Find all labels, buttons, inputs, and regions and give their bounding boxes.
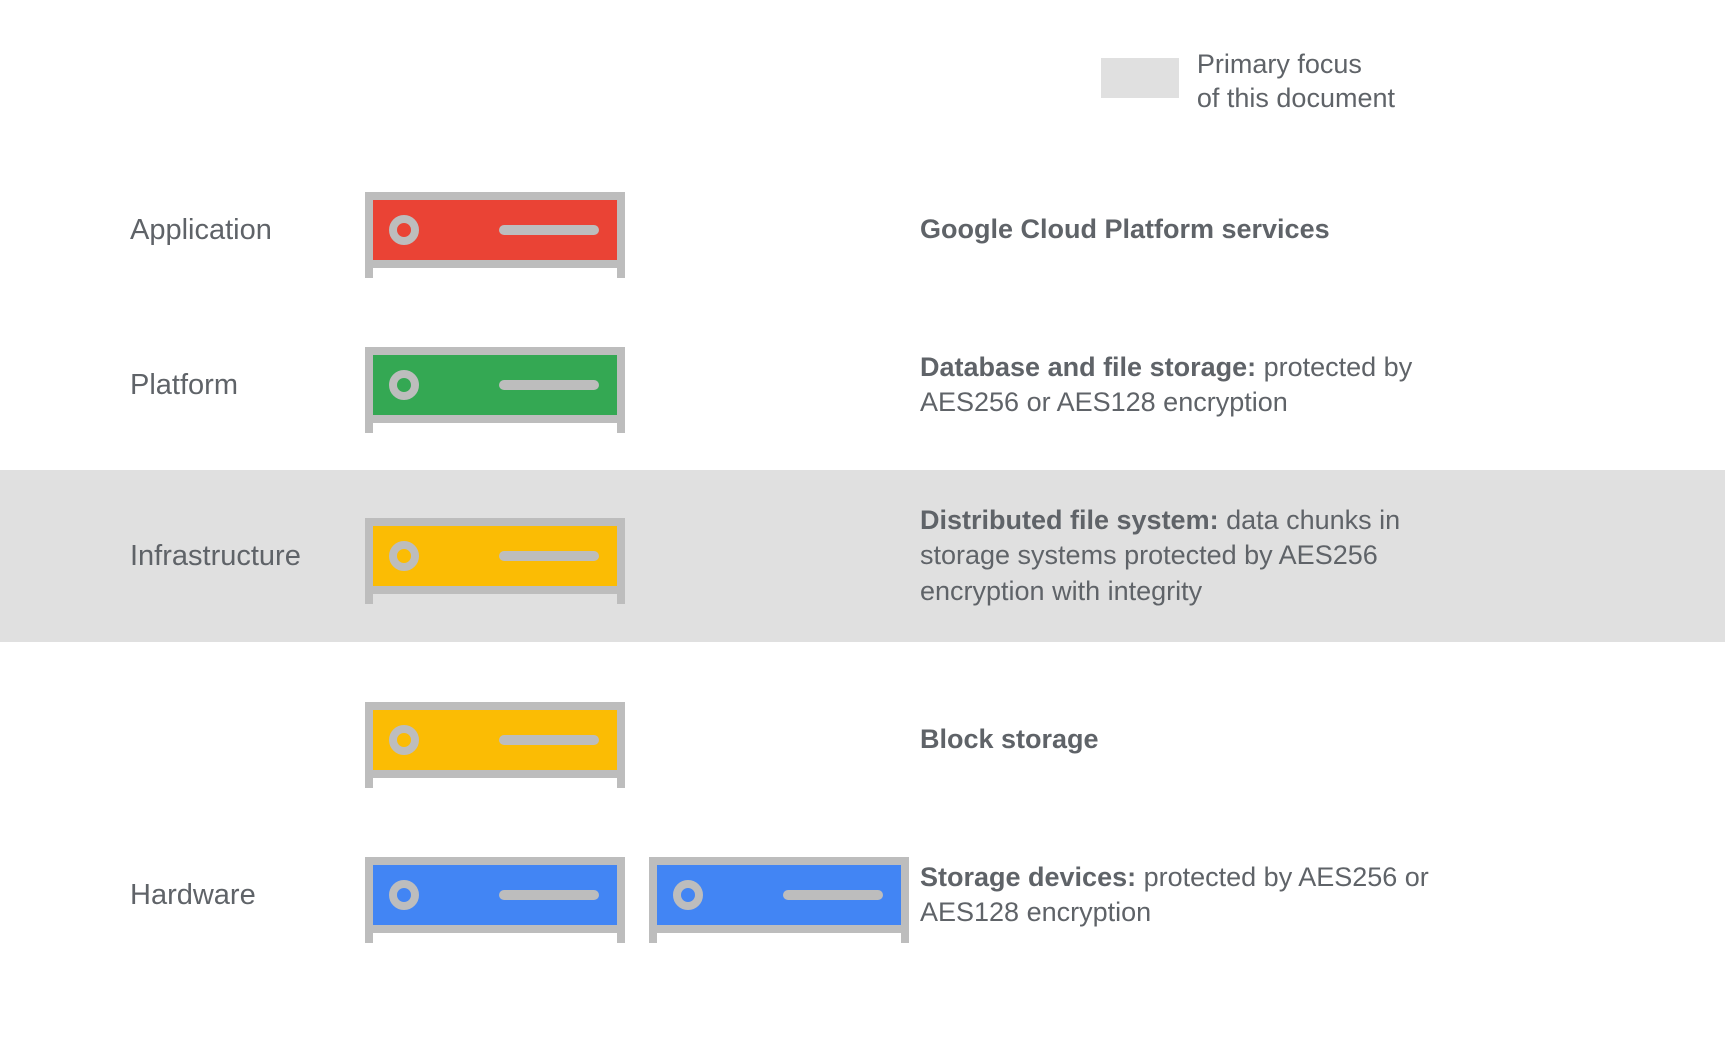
layer-row-3: Block storage — [0, 685, 1725, 795]
diagram-container: Primary focus of this document Applicati… — [0, 0, 1725, 1050]
server-led-icon — [389, 725, 419, 755]
server-slot-line-icon — [499, 380, 599, 390]
server-icon — [365, 518, 625, 594]
layer-row-0: Application Google Cloud Platform service… — [0, 175, 1725, 285]
legend-swatch — [1101, 58, 1179, 98]
layer-description-bold: Storage devices: — [920, 862, 1136, 892]
server-slot-line-icon — [499, 890, 599, 900]
server-icon — [365, 857, 625, 933]
layer-description-bold: Block storage — [920, 724, 1099, 754]
layer-description: Database and file storage: protected by … — [920, 350, 1480, 420]
layer-label: Infrastructure — [130, 540, 365, 573]
legend-text: Primary focus of this document — [1197, 48, 1395, 116]
server-led-icon — [389, 215, 419, 245]
server-icon — [365, 702, 625, 778]
legend: Primary focus of this document — [1101, 48, 1395, 116]
server-icon — [365, 347, 625, 423]
layer-label: Hardware — [130, 879, 365, 912]
server-icon — [365, 192, 625, 268]
layer-description: Block storage — [920, 722, 1099, 757]
server-slot — [365, 857, 920, 933]
layer-description-bold: Distributed file system: — [920, 505, 1219, 535]
legend-line-1: Primary focus — [1197, 49, 1362, 79]
layer-description: Distributed file system: data chunks in … — [920, 503, 1480, 608]
layer-row-2: Infrastructure Distributed file system: d… — [0, 470, 1725, 642]
server-slot-line-icon — [499, 551, 599, 561]
server-slot — [365, 347, 920, 423]
server-led-icon — [389, 880, 419, 910]
server-slot-line-icon — [499, 735, 599, 745]
layer-label: Application — [130, 214, 365, 247]
layer-description-bold: Database and file storage: — [920, 352, 1256, 382]
layer-label: Platform — [130, 369, 365, 402]
server-led-icon — [389, 541, 419, 571]
server-slot — [365, 518, 920, 594]
layer-row-1: Platform Database and file storage: prote… — [0, 330, 1725, 440]
server-led-icon — [389, 370, 419, 400]
server-slot — [365, 702, 920, 778]
server-slot-line-icon — [499, 225, 599, 235]
layer-description-bold: Google Cloud Platform services — [920, 214, 1330, 244]
server-slot-line-icon — [783, 890, 883, 900]
server-led-icon — [673, 880, 703, 910]
layer-description: Google Cloud Platform services — [920, 212, 1330, 247]
server-icon — [649, 857, 909, 933]
server-slot — [365, 192, 920, 268]
layer-row-4: Hardware Storage devices: protected by AE… — [0, 840, 1725, 950]
legend-line-2: of this document — [1197, 83, 1395, 113]
layer-description: Storage devices: protected by AES256 or … — [920, 860, 1480, 930]
